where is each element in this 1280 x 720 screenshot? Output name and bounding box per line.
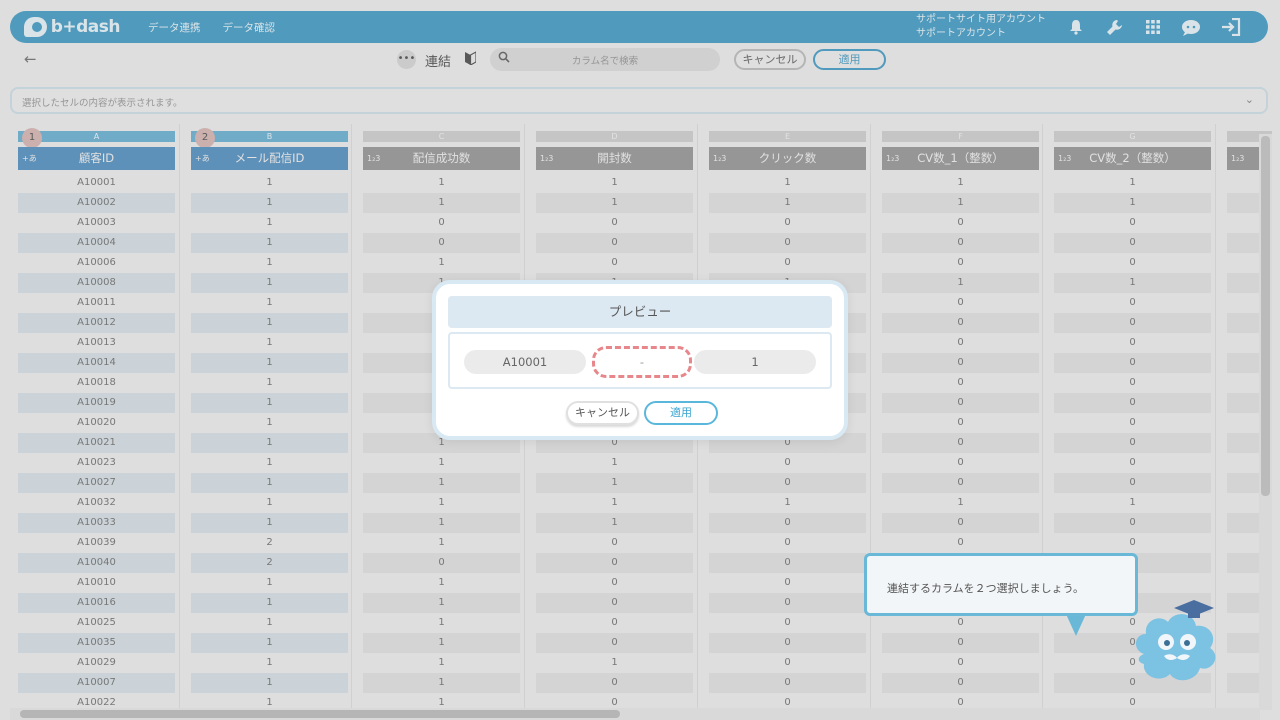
dialog-title: プレビュー xyxy=(448,296,832,328)
separator-input[interactable]: - xyxy=(592,346,692,378)
dialog-cancel-button[interactable]: キャンセル xyxy=(566,401,639,425)
mascot-icon xyxy=(1130,598,1224,690)
preview-value-right: 1 xyxy=(694,350,816,374)
tutorial-tooltip: 連結するカラムを２つ選択しましょう。 xyxy=(864,553,1138,616)
preview-value-left: A10001 xyxy=(464,350,586,374)
tooltip-text: 連結するカラムを２つ選択しましょう。 xyxy=(887,582,1085,595)
dialog-apply-button[interactable]: 適用 xyxy=(644,401,718,425)
preview-dialog: プレビュー A10001 - 1 キャンセル 適用 xyxy=(432,280,848,440)
preview-row: A10001 - 1 xyxy=(448,332,832,389)
tooltip-tail xyxy=(1066,614,1086,636)
